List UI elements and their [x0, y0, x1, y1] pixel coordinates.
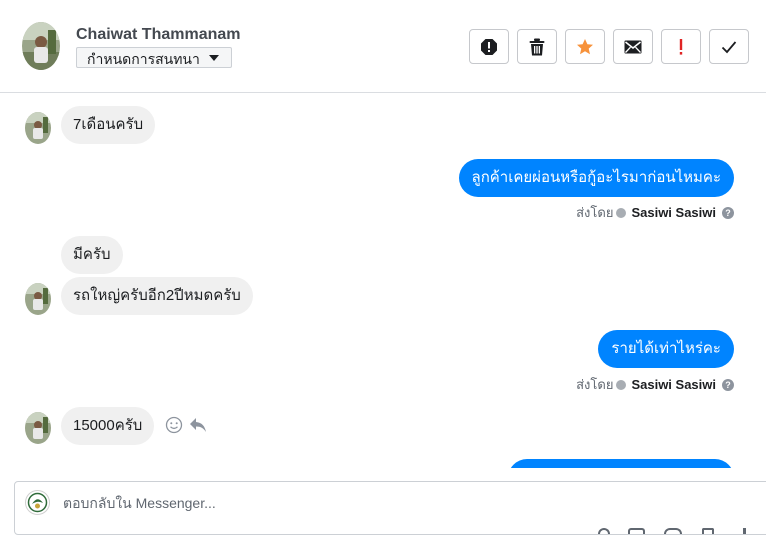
emoji-icon[interactable] [664, 528, 682, 534]
delete-button[interactable] [517, 29, 557, 64]
page-avatar [25, 490, 50, 515]
contact-name[interactable]: Chaiwat Thammanam [76, 26, 240, 44]
help-icon[interactable]: ? [722, 378, 734, 391]
help-icon[interactable]: ? [722, 206, 734, 219]
exclamation-icon [679, 38, 683, 55]
reply-icon[interactable] [189, 417, 207, 433]
caret-down-icon [209, 55, 219, 61]
sent-by-line: ส่งโดย Sasiwi Sasiwi ? [576, 202, 734, 223]
reply-input[interactable] [63, 495, 563, 511]
star-button[interactable] [565, 29, 605, 64]
gif-icon[interactable] [702, 528, 714, 534]
image-icon[interactable] [628, 528, 645, 534]
attachment-icon[interactable] [598, 528, 610, 534]
message-bubble-incoming[interactable]: 15000ครับ [61, 407, 155, 445]
spam-button[interactable] [469, 29, 509, 64]
conversation-header: Chaiwat Thammanam กำหนดการสนทนา [0, 0, 766, 93]
like-icon[interactable] [743, 528, 746, 534]
sent-by-label: ส่งโดย [576, 377, 614, 392]
sender-name[interactable]: Sasiwi Sasiwi [631, 377, 716, 392]
message-bubble-incoming[interactable]: 7เดือนครับ [61, 106, 156, 144]
mark-unread-button[interactable] [613, 29, 653, 64]
follow-up-button[interactable] [661, 29, 701, 64]
message-bubble-incoming[interactable]: มีครับ [61, 236, 123, 274]
conversation-status-dropdown[interactable]: กำหนดการสนทนา [76, 47, 232, 68]
sent-by-label: ส่งโดย [576, 205, 614, 220]
contact-avatar[interactable] [22, 22, 60, 70]
mark-done-button[interactable] [709, 29, 749, 64]
reply-composer [14, 481, 766, 535]
message-bubble-outgoing[interactable]: ลูกค้าเคยผ่อนหรือกู้อะไรมาก่อนไหมคะ [458, 159, 734, 197]
envelope-icon [624, 40, 642, 53]
message-bubble-outgoing[interactable]: รายได้เท่าไหร่คะ [598, 330, 734, 368]
trash-icon [529, 38, 545, 55]
sent-by-line: ส่งโดย Sasiwi Sasiwi ? [576, 374, 734, 395]
message-bubble-incoming[interactable]: รถใหญ่ครับอีก2ปีหมดครับ [61, 277, 253, 315]
message-thread[interactable]: 7เดือนครับ ลูกค้าเคยผ่อนหรือกู้อะไรมาก่อ… [0, 94, 766, 468]
conversation-status-label: กำหนดการสนทนา [87, 51, 200, 67]
contact-avatar-small [25, 412, 51, 444]
message-bubble-outgoing-partial[interactable] [508, 459, 734, 468]
smiley-icon[interactable] [165, 416, 183, 434]
alert-octagon-icon [481, 38, 497, 55]
contact-avatar-small [25, 112, 51, 144]
checkmark-icon [721, 40, 737, 53]
star-icon [577, 38, 593, 54]
sender-name[interactable]: Sasiwi Sasiwi [631, 205, 716, 220]
verified-icon [616, 379, 627, 390]
verified-icon [616, 207, 627, 218]
contact-avatar-small [25, 283, 51, 315]
